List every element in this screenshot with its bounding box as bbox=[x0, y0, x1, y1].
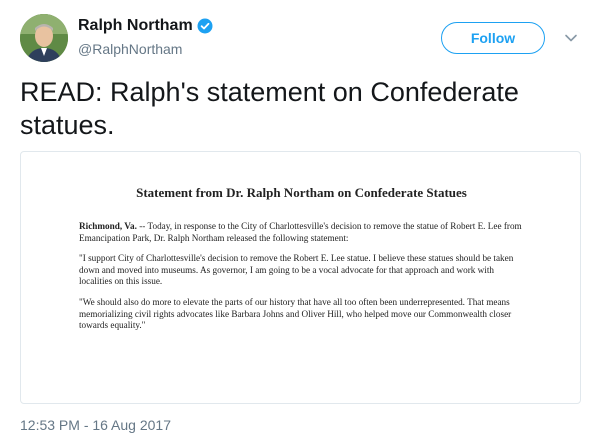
avatar[interactable] bbox=[20, 14, 68, 62]
verified-badge-icon bbox=[197, 18, 213, 34]
statement-title: Statement from Dr. Ralph Northam on Conf… bbox=[136, 185, 467, 200]
follow-button[interactable]: Follow bbox=[441, 22, 545, 54]
avatar-photo-icon bbox=[20, 14, 68, 62]
attached-image[interactable]: Statement from Dr. Ralph Northam on Conf… bbox=[20, 151, 581, 404]
statement-paragraph-2: "We should also do more to elevate the p… bbox=[79, 296, 512, 331]
statement-document: Statement from Dr. Ralph Northam on Conf… bbox=[79, 166, 524, 341]
author-name-row: Ralph Northam bbox=[78, 16, 213, 36]
statement-paragraph-1: "I support City of Charlottesville's dec… bbox=[79, 253, 514, 287]
chevron-down-icon[interactable] bbox=[564, 31, 578, 45]
tweet-text: READ: Ralph's statement on Confederate s… bbox=[20, 77, 519, 140]
statement-location: Richmond, Va. bbox=[79, 221, 137, 231]
statement-intro-text: -- Today, in response to the City of Cha… bbox=[79, 221, 522, 243]
author-display-name[interactable]: Ralph Northam bbox=[78, 16, 193, 36]
tweet-timestamp[interactable]: 12:53 PM - 16 Aug 2017 bbox=[20, 416, 171, 434]
statement-intro: Richmond, Va. -- Today, in response to t… bbox=[79, 221, 524, 244]
author-handle[interactable]: @RalphNortham bbox=[78, 40, 182, 58]
